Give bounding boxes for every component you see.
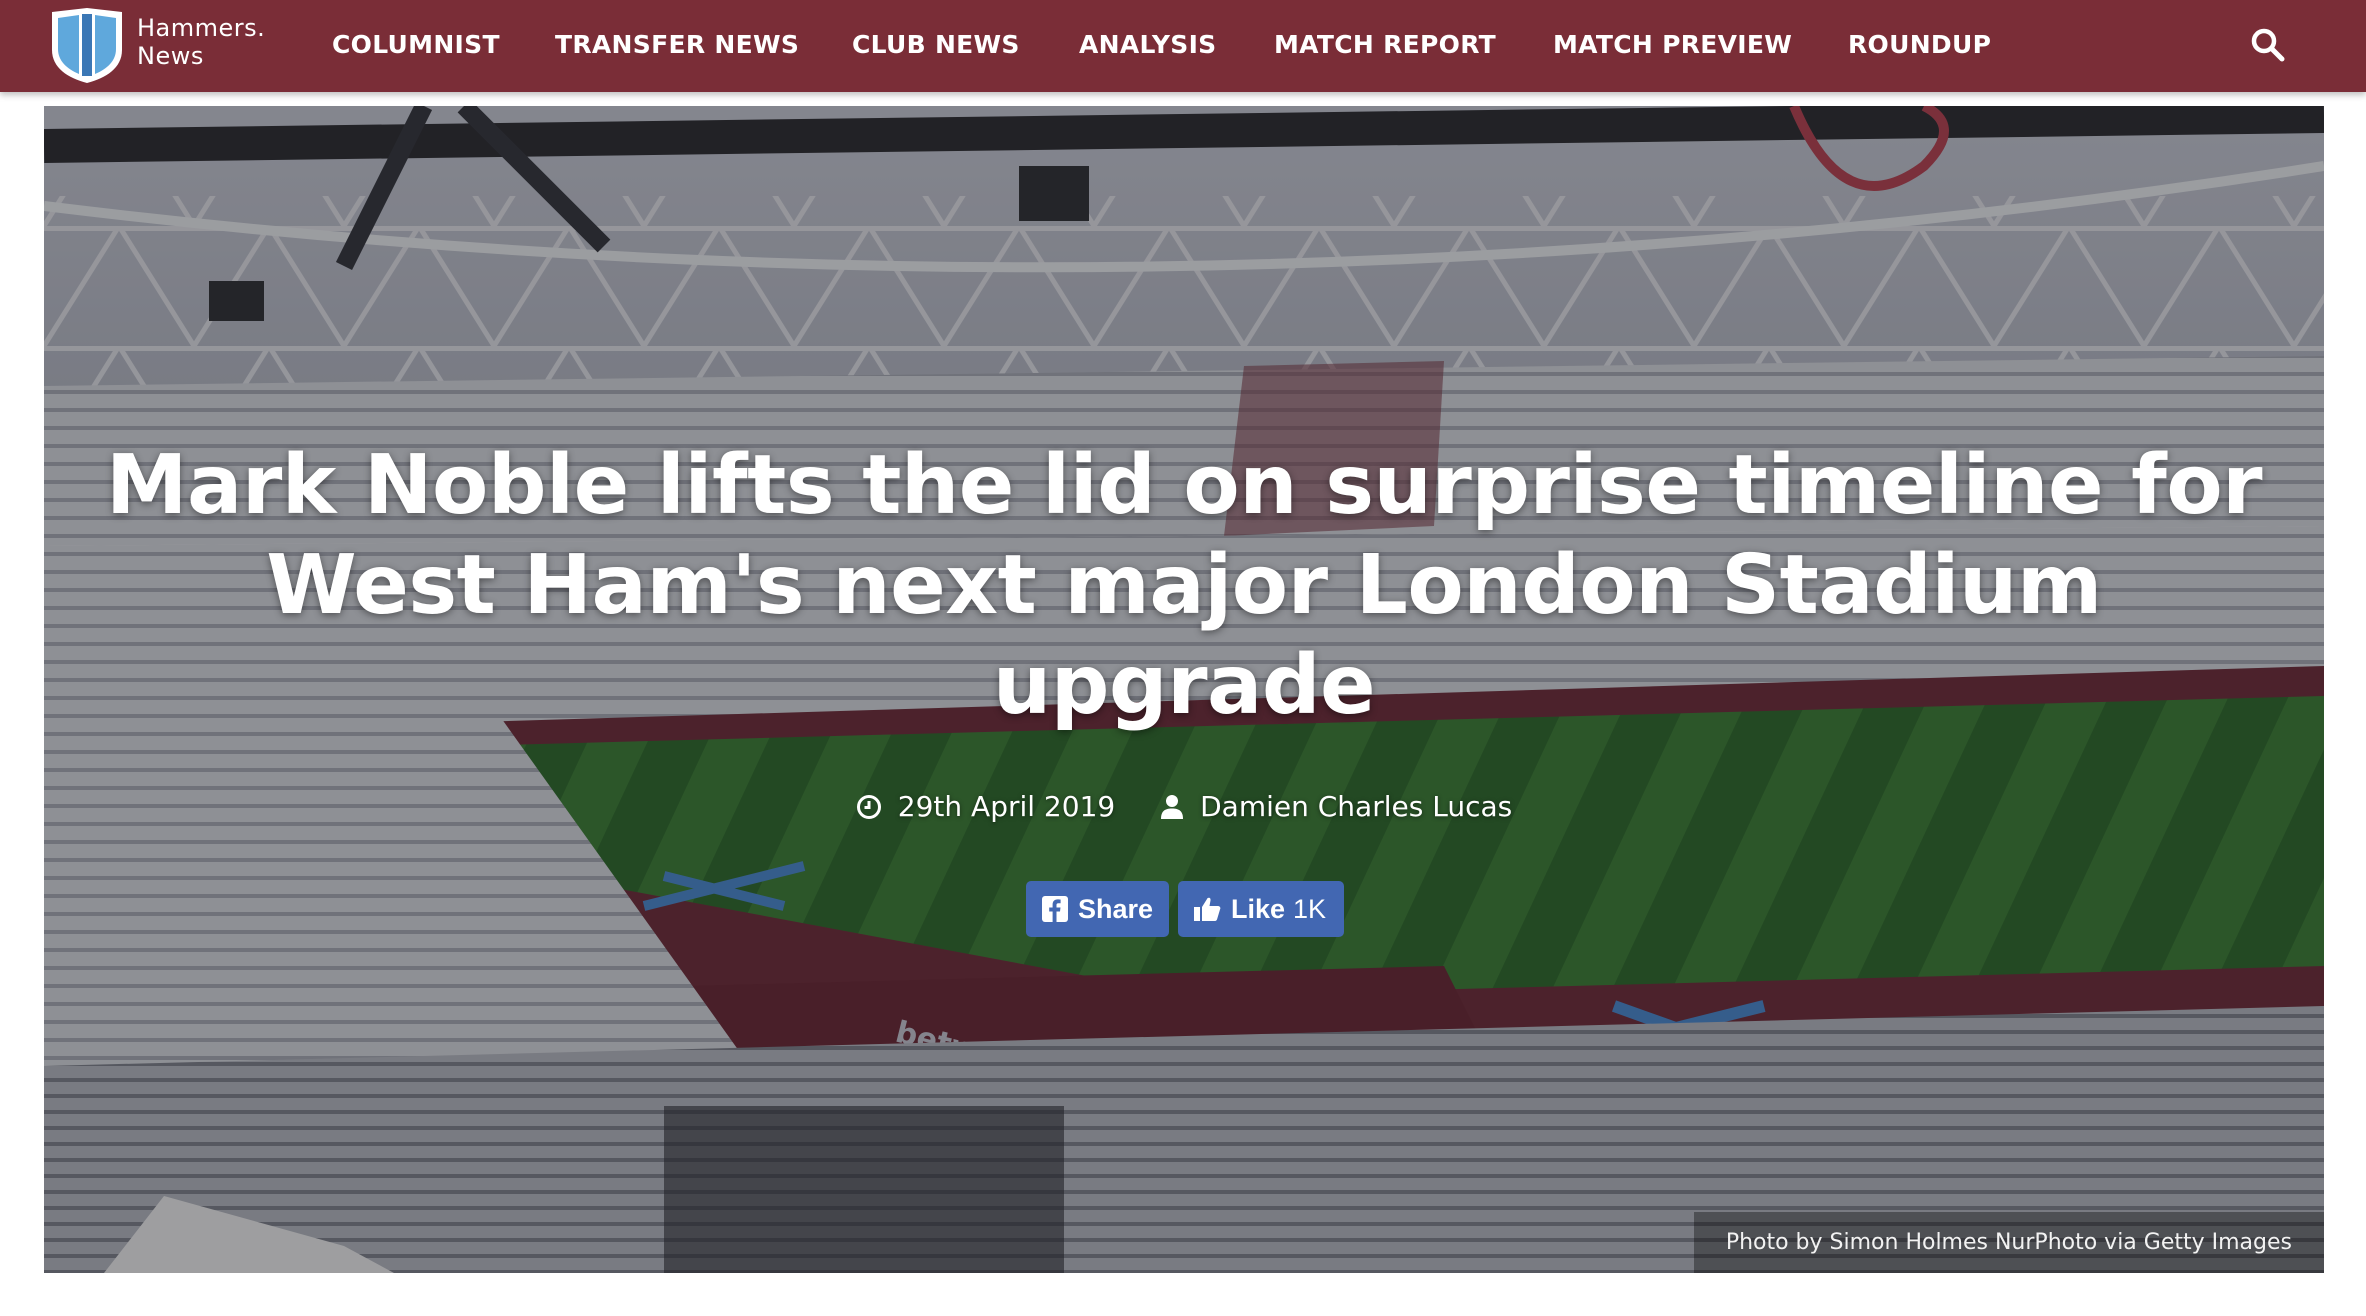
brand-line-1: Hammers.: [137, 14, 266, 42]
author-name[interactable]: Damien Charles Lucas: [1200, 782, 1512, 832]
like-count: 1K: [1293, 893, 1327, 924]
article-meta: 29th April 2019 Damien Charles Lucas: [44, 782, 2324, 836]
like-label: Like: [1231, 893, 1286, 924]
nav-item-analysis[interactable]: ANALYSIS: [1079, 0, 1216, 92]
search-icon[interactable]: [2250, 27, 2286, 63]
nav-item-club-news[interactable]: CLUB NEWS: [852, 0, 1020, 92]
facebook-share-button[interactable]: Share: [1026, 881, 1169, 937]
hammers-news-logo[interactable]: [48, 6, 126, 84]
article-title: Mark Noble lifts the lid on surprise tim…: [104, 436, 2264, 736]
clock-icon: [856, 795, 881, 819]
site-header: Hammers. News COLUMNIST TRANSFER NEWS CL…: [0, 0, 2366, 92]
thumbs-up-icon: [1194, 897, 1221, 921]
nav-item-columnist[interactable]: COLUMNIST: [332, 0, 500, 92]
user-icon: [1161, 795, 1184, 819]
article-title-line-2: West Ham's next major London Stadium: [266, 538, 2102, 633]
nav-item-roundup[interactable]: ROUNDUP: [1848, 0, 1991, 92]
nav-item-match-report[interactable]: MATCH REPORT: [1274, 0, 1496, 92]
facebook-icon: [1042, 896, 1068, 922]
share-label: Share: [1078, 893, 1154, 924]
article-title-line-3: upgrade: [992, 638, 1376, 733]
brand-line-2: News: [137, 42, 204, 70]
hero-banner: betway Mark Noble lifts the lid on surpr…: [44, 106, 2324, 1273]
facebook-like-button[interactable]: Like 1K: [1178, 881, 1344, 937]
brand-text[interactable]: Hammers. News: [137, 14, 265, 70]
nav-item-match-preview[interactable]: MATCH PREVIEW: [1553, 0, 1792, 92]
nav-item-transfer-news[interactable]: TRANSFER NEWS: [555, 0, 799, 92]
publish-date: 29th April 2019: [856, 782, 1115, 832]
photo-credit: Photo by Simon Holmes NurPhoto via Getty…: [1693, 1212, 2324, 1273]
article-title-line-1: Mark Noble lifts the lid on surprise tim…: [105, 438, 2263, 533]
author-byline[interactable]: Damien Charles Lucas: [1160, 782, 1512, 832]
publish-date-text: 29th April 2019: [897, 790, 1116, 823]
